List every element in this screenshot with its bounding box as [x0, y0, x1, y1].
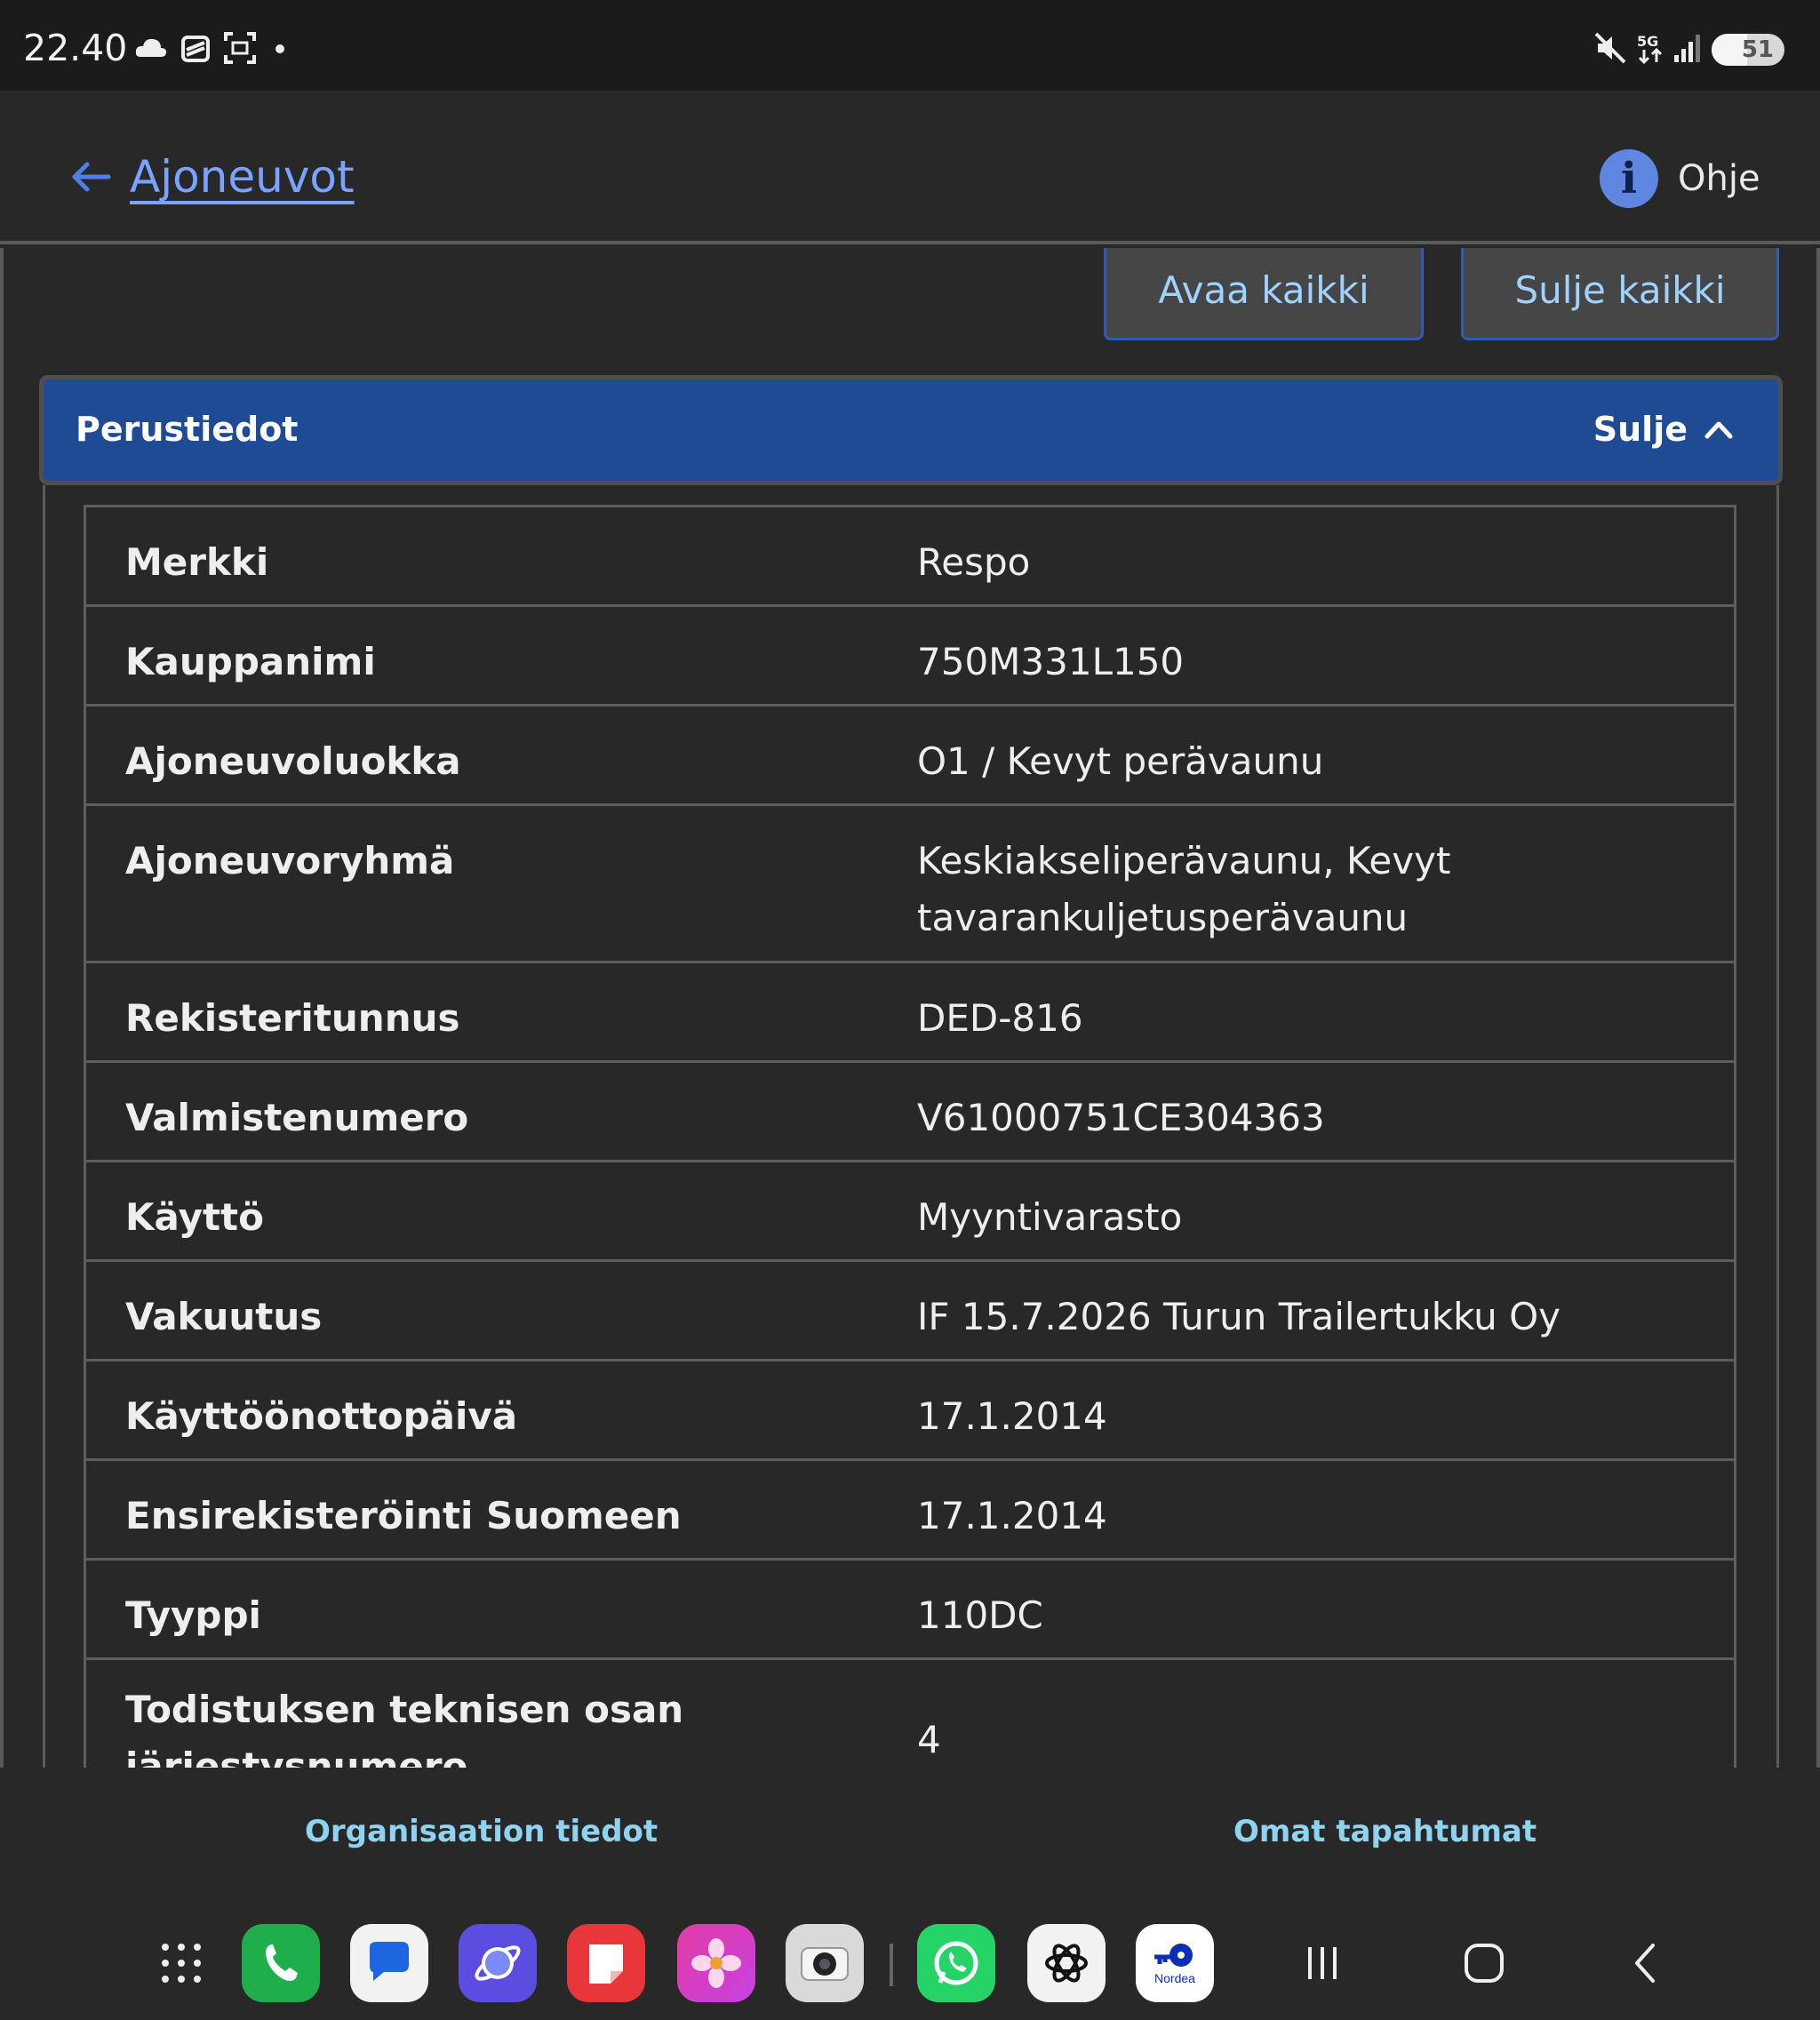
table-row: Ajoneuvoryhmä Keskiakseliperävaunu, Kevy… — [86, 806, 1734, 963]
camera-app-icon[interactable] — [786, 1924, 864, 2002]
openai-knot-icon — [1045, 1944, 1088, 1983]
nordea-app-icon[interactable]: Nordea — [1136, 1924, 1214, 2002]
stack-icon — [181, 36, 210, 62]
table-row: Vakuutus IF 15.7.2026 Turun Trailertukku… — [86, 1262, 1734, 1361]
row-value: Myyntivarasto — [917, 1195, 1183, 1239]
table-row: Kauppanimi 750M331L150 — [86, 607, 1734, 707]
row-value: 110DC — [917, 1593, 1043, 1637]
row-value: 17.1.2014 — [917, 1494, 1107, 1537]
cloud-icon — [135, 38, 167, 57]
back-nav-icon[interactable] — [1619, 1936, 1672, 1990]
phone-handset-icon — [266, 1944, 298, 1981]
camera-icon — [801, 1947, 849, 1981]
row-value: O1 / Kevyt perävaunu — [917, 739, 1324, 783]
close-all-button[interactable]: Sulje kaikki — [1461, 248, 1779, 340]
chatgpt-app-icon[interactable] — [1027, 1924, 1106, 2002]
arrow-left-icon — [72, 162, 111, 192]
row-value: V61000751CE304363 — [917, 1096, 1325, 1139]
table-row: Ensirekisteröinti Suomeen 17.1.2014 — [86, 1461, 1734, 1561]
row-value: 4 — [917, 1718, 941, 1761]
table-row: Käyttö Myyntivarasto — [86, 1162, 1734, 1262]
planet-icon — [475, 1945, 521, 1981]
phone-app-icon[interactable] — [242, 1924, 320, 2002]
help-link[interactable]: i Ohje — [1600, 149, 1760, 208]
row-label: Rekisteritunnus — [125, 996, 460, 1040]
row-label: Tyyppi — [125, 1593, 261, 1637]
screenshot-icon — [224, 32, 256, 64]
table-row: Tyyppi 110DC — [86, 1561, 1734, 1660]
internet-app-icon[interactable] — [459, 1924, 537, 2002]
home-icon[interactable] — [1457, 1936, 1511, 1990]
battery-indicator: 51 — [1712, 34, 1784, 66]
status-bar: 22.40 5G 51 — [0, 0, 1820, 91]
mute-icon — [1594, 32, 1626, 64]
table-row: Käyttöönottopäivä 17.1.2014 — [86, 1361, 1734, 1461]
row-value: 750M331L150 — [917, 640, 1185, 683]
row-label: Ensirekisteröinti Suomeen — [125, 1494, 682, 1537]
key-icon — [1154, 1944, 1193, 1967]
info-icon: i — [1600, 149, 1658, 208]
table-row: Ajoneuvoluokka O1 / Kevyt perävaunu — [86, 707, 1734, 806]
row-label: Merkki — [125, 540, 269, 584]
app-header: Ajoneuvot i Ohje — [0, 91, 1820, 244]
accordion-header-perustiedot[interactable]: Perustiedot Sulje — [39, 375, 1783, 485]
whatsapp-app-icon[interactable] — [917, 1924, 995, 2002]
row-label: Käyttöönottopäivä — [125, 1394, 518, 1438]
android-taskbar: Nordea — [0, 1901, 1820, 2020]
notes-app-icon[interactable] — [567, 1924, 645, 2002]
nav-organisation-info[interactable]: Organisaation tiedot — [305, 1814, 658, 1849]
table-row: Merkki Respo — [86, 507, 1734, 607]
table-row: Rekisteritunnus DED-816 — [86, 963, 1734, 1063]
svg-text:5G: 5G — [1637, 33, 1658, 50]
row-value: Respo — [917, 540, 1031, 584]
collapse-label: Sulje — [1592, 410, 1688, 449]
row-label: Todistuksen teknisen osan järjestysnumer… — [125, 1688, 684, 1768]
row-label: Käyttö — [125, 1195, 264, 1239]
help-label[interactable]: Ohje — [1678, 158, 1760, 199]
table-row: Todistuksen teknisen osan järjestysnumer… — [86, 1660, 1734, 1768]
open-all-button[interactable]: Avaa kaikki — [1104, 248, 1424, 340]
status-time: 22.40 — [23, 27, 128, 69]
note-icon — [589, 1944, 623, 1984]
table-row: Valmistenumero V61000751CE304363 — [86, 1063, 1734, 1162]
row-label: Kauppanimi — [125, 640, 376, 683]
back-link[interactable]: Ajoneuvot — [69, 151, 355, 203]
chat-bubble-icon — [370, 1942, 409, 1981]
row-value: IF 15.7.2026 Turun Trailertukku Oy — [917, 1295, 1561, 1338]
row-value: DED-816 — [917, 996, 1083, 1040]
row-label: Valmistenumero — [125, 1096, 469, 1139]
flower-icon — [691, 1938, 741, 1988]
gallery-app-icon[interactable] — [677, 1924, 755, 2002]
collapse-toggle[interactable]: Sulje — [1593, 410, 1734, 449]
app-drawer-icon[interactable] — [158, 1940, 204, 1986]
nordea-label: Nordea — [1154, 1971, 1195, 1985]
section-title: Perustiedot — [76, 410, 299, 449]
signal-icon — [1674, 35, 1700, 62]
bottom-app-nav: Organisaation tiedot Omat tapahtumat — [0, 1768, 1820, 1901]
row-value: 17.1.2014 — [917, 1394, 1107, 1438]
row-label: Ajoneuvoryhmä — [125, 839, 455, 882]
messages-app-icon[interactable] — [350, 1924, 428, 2002]
whatsapp-icon — [934, 1941, 978, 1985]
taskbar-divider — [890, 1944, 893, 1986]
details-table: Merkki Respo Kauppanimi 750M331L150 Ajon… — [84, 505, 1736, 1768]
nav-my-events[interactable]: Omat tapahtumat — [1233, 1814, 1537, 1849]
row-label: Ajoneuvoluokka — [125, 739, 461, 783]
row-label: Vakuutus — [125, 1295, 323, 1338]
row-value: Keskiakseliperävaunu, Kevyt tavarankulje… — [917, 839, 1451, 939]
content-area: Avaa kaikki Sulje kaikki Perustiedot Sul… — [0, 248, 1820, 1768]
recents-icon[interactable] — [1296, 1936, 1349, 1990]
notification-dot — [275, 44, 284, 53]
5g-icon: 5G — [1637, 33, 1663, 65]
chevron-up-icon — [1704, 421, 1733, 439]
back-link-label[interactable]: Ajoneuvot — [130, 151, 355, 203]
